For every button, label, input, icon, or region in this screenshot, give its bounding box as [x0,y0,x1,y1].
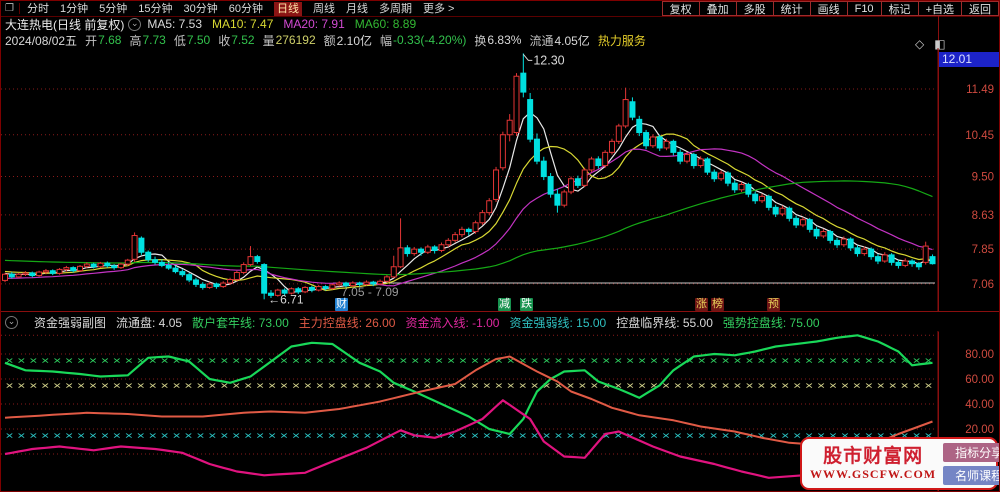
period-tab-7[interactable]: 周线 [313,2,335,16]
indicator-label-1: 流通盘: 4.05 [116,315,183,330]
svg-text:11.49: 11.49 [966,84,994,96]
instrument-row: 大连热电(日线 前复权) ⌄ MA5: 7.53 MA10: 7.47 MA20: … [1,16,936,32]
indicator-label-5: 资金强弱线: 15.00 [509,315,607,330]
chevron-down-icon[interactable]: ⌄ [128,17,142,31]
quote-segment-0: 2024/08/02五 [5,33,78,48]
ma-label-3: MA60: 8.89 [354,17,417,31]
event-marker-榜[interactable]: 榜 [711,298,724,311]
quote-segment-3: 高 [129,33,142,48]
period-tab-0[interactable]: 分时 [27,2,49,16]
ma-label-2: MA20: 7.91 [283,17,345,31]
quote-segment-17: 流通 [529,33,554,48]
event-marker-预[interactable]: 预 [767,298,780,311]
watermark-badge-indicators: 指标分享 [943,442,999,462]
ma-label-0: MA5: 7.53 [147,17,203,31]
top-toolbar: ❐ 分时 1分钟 5分钟 15分钟 30分钟 60分钟 日线 周线 月线 多周期 更多 > 复权 叠加… [1,1,999,17]
watermark-site-url: WWW.GSCFW.COM [810,466,937,481]
quote-segment-8: 7.52 [231,33,255,47]
quote-row: 2024/08/02五开 7.68 高 7.73 低 7.50 收 7.52 量 276192 额 2… [1,32,940,48]
quote-segment-1: 开 [85,33,98,48]
instrument-title: 大连热电(日线 前复权) [5,17,125,32]
svg-text:✕ ✕ ✕ ✕ ✕ ✕ ✕ ✕ ✕ ✕ ✕ ✕ ✕ ✕ ✕: ✕ ✕ ✕ ✕ ✕ ✕ ✕ ✕ ✕ ✕ ✕ ✕ ✕ ✕ ✕ ✕ ✕ ✕ ✕ ✕ … [5,381,933,390]
period-tab-8[interactable]: 月线 [346,2,368,16]
period-tab-5[interactable]: 60分钟 [229,2,263,16]
toolbar-button-6[interactable]: 标记 [880,1,919,16]
period-tab-4[interactable]: 30分钟 [183,2,217,16]
panel-chevron-down-icon[interactable]: ⌄ [5,315,18,329]
toolbar-button-4[interactable]: 画线 [809,1,848,16]
toolbar-actions: 复权 叠加 多股 统计 画线 F10 标记 +自选 返回 [661,1,999,16]
event-marker-减[interactable]: 减 [498,298,511,311]
indicator-label-0: 资金强弱副图 [34,315,107,330]
period-tab-2[interactable]: 5分钟 [99,2,127,16]
quote-segment-16: 6.83% [487,33,522,47]
quote-segment-10: 276192 [275,33,316,47]
quote-segment-7: 收 [218,33,231,48]
app-window: ❐ 分时 1分钟 5分钟 15分钟 30分钟 60分钟 日线 周线 月线 多周期 更多 > 复权 叠加… [0,0,1000,492]
quote-segment-2: 7.68 [98,33,122,47]
svg-text:✕ ✕ ✕ ✕ ✕ ✕ ✕ ✕ ✕ ✕ ✕ ✕ ✕ ✕ ✕: ✕ ✕ ✕ ✕ ✕ ✕ ✕ ✕ ✕ ✕ ✕ ✕ ✕ ✕ ✕ ✕ ✕ ✕ ✕ ✕ … [5,431,933,440]
svg-text:60.00: 60.00 [965,374,994,386]
ma-label-1: MA10: 7.47 [212,17,274,31]
quote-segment-6: 7.50 [186,33,211,47]
period-tab-3[interactable]: 15分钟 [138,2,172,16]
toolbar-button-3[interactable]: 统计 [772,1,811,16]
quote-segment-14: -0.33(-4.20%) [393,33,467,47]
svg-text:9.50: 9.50 [972,172,994,184]
quote-segment-18: 4.05亿 [554,33,590,48]
quote-segment-9: 量 [262,33,275,48]
quote-segment-12: 2.10亿 [336,33,372,48]
quote-segment-13: 幅 [380,33,393,48]
toolbar-button-2[interactable]: 多股 [735,1,774,16]
toolbar-button-1[interactable]: 叠加 [698,1,737,16]
quote-segment-4: 7.73 [142,33,166,47]
toolbar-button-7[interactable]: +自选 [917,1,962,16]
window-icon[interactable]: ❐ [5,3,14,14]
event-marker-跌[interactable]: 跌 [520,298,533,311]
svg-text:←6.71: ←6.71 [268,292,304,306]
toolbar-button-5[interactable]: F10 [846,1,882,16]
svg-text:8.63: 8.63 [972,210,994,222]
svg-text:12.30: 12.30 [533,53,564,67]
indicator-label-4: 资金流入线: -1.00 [405,315,500,330]
quote-segment-19: 热力服务 [597,33,646,48]
watermark-site-name: 股市财富网 [823,445,924,467]
toolbar-divider [18,3,20,14]
period-tabs: 分时 1分钟 5分钟 15分钟 30分钟 60分钟 日线 周线 月线 多周期 更多 > [27,1,454,16]
quote-segment-11: 额 [323,33,336,48]
svg-text:20.00: 20.00 [965,424,994,436]
indicator-label-6: 控盘临界线: 55.00 [616,315,713,330]
watermark: 股市财富网 WWW.GSCFW.COM 指标分享 名师课程 [800,437,999,490]
indicator-label-2: 散户套牢线: 73.00 [192,315,289,330]
event-marker-财[interactable]: 财 [335,298,348,311]
quote-segment-5: 低 [173,33,186,48]
toolbar-button-8[interactable]: 返回 [961,1,999,16]
indicator-label-7: 强势控盘线: 75.00 [722,315,820,330]
svg-text:10.45: 10.45 [965,130,994,142]
toolbar-button-0[interactable]: 复权 [661,1,700,16]
period-tab-10[interactable]: 更多 > [423,2,454,16]
watermark-badge-courses: 名师课程 [943,465,999,485]
svg-text:7.06: 7.06 [972,279,994,291]
ma-legend: MA5: 7.53 MA10: 7.47 MA20: 7.91 MA60: 8.89 [147,17,416,31]
period-tab-9[interactable]: 多周期 [379,2,412,16]
svg-text:40.00: 40.00 [965,399,994,411]
indicator-label-3: 主力控盘线: 26.00 [298,315,396,330]
event-marker-涨[interactable]: 涨 [695,298,708,311]
period-tab-6[interactable]: 日线 [273,1,302,16]
svg-text:80.00: 80.00 [965,349,994,361]
svg-text:7.85: 7.85 [972,244,994,256]
indicator-panel-header: ⌄ 资金强弱副图 流通盘: 4.05 散户套牢线: 73.00 主力控盘线: 26.0… [1,311,999,332]
period-tab-1[interactable]: 1分钟 [60,2,88,16]
quote-segment-15: 换 [474,33,487,48]
main-candlestick-chart[interactable]: 11.4910.459.508.637.857.067.05 - 7.0912.… [1,48,1000,311]
